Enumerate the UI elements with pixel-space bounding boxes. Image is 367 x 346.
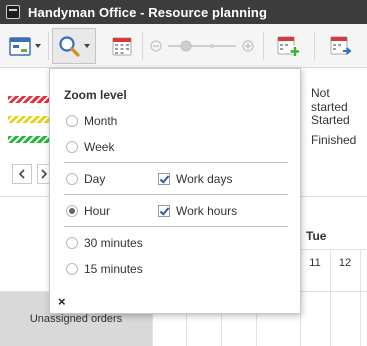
export-calendar-button[interactable] bbox=[326, 30, 356, 62]
calendar-view-button[interactable] bbox=[6, 30, 44, 62]
radio-hour[interactable] bbox=[66, 205, 78, 217]
zoom-slider[interactable] bbox=[150, 30, 254, 62]
calendar-button[interactable] bbox=[108, 30, 136, 62]
chevron-down-icon bbox=[84, 44, 90, 48]
zoom-option-30-minutes[interactable]: 30 minutes bbox=[66, 236, 143, 250]
close-icon[interactable]: × bbox=[58, 295, 66, 309]
zoom-level-popup: Zoom level Month Week Day Work days Hour… bbox=[49, 68, 301, 314]
previous-button[interactable] bbox=[12, 164, 32, 184]
zoom-option-15-minutes[interactable]: 15 minutes bbox=[66, 262, 143, 276]
option-label: 15 minutes bbox=[84, 262, 143, 276]
radio-30-minutes[interactable] bbox=[66, 237, 78, 249]
status-not-started: Not started bbox=[300, 86, 367, 114]
checkbox-work-days[interactable] bbox=[158, 173, 170, 185]
hour-header: 12 bbox=[338, 257, 352, 269]
zoom-option-week[interactable]: Week bbox=[66, 140, 114, 154]
radio-day[interactable] bbox=[66, 173, 78, 185]
toolbar-divider bbox=[263, 32, 264, 60]
toolbar-divider bbox=[142, 32, 143, 60]
day-header: Tue bbox=[306, 229, 327, 243]
radio-15-minutes[interactable] bbox=[66, 263, 78, 275]
option-label: Day bbox=[84, 172, 106, 186]
unassigned-orders-label: Unassigned orders bbox=[29, 313, 123, 325]
hour-header: 11 bbox=[309, 257, 321, 269]
toolbar bbox=[0, 24, 367, 68]
work-hours-checkbox[interactable]: Work hours bbox=[158, 204, 237, 218]
calendar-export-icon bbox=[330, 36, 352, 55]
status-started: Started bbox=[300, 111, 367, 129]
checkbox-label: Work days bbox=[176, 172, 233, 186]
status-label: Started bbox=[311, 113, 350, 127]
popup-divider bbox=[64, 226, 288, 227]
option-label: Month bbox=[84, 114, 118, 128]
chevron-right-icon bbox=[41, 169, 48, 179]
checkbox-label: Work hours bbox=[176, 204, 238, 218]
add-event-button[interactable] bbox=[274, 30, 302, 62]
zoom-in-icon[interactable] bbox=[242, 40, 254, 52]
calendar-view-icon bbox=[9, 37, 31, 56]
zoom-button[interactable] bbox=[52, 28, 96, 64]
zoom-out-icon[interactable] bbox=[150, 40, 162, 52]
option-label: Week bbox=[84, 140, 115, 154]
toolbar-divider bbox=[314, 32, 315, 60]
status-label: Not started bbox=[311, 86, 348, 114]
status-finished: Finished bbox=[300, 131, 367, 149]
zoom-option-month[interactable]: Month bbox=[66, 114, 117, 128]
radio-month[interactable] bbox=[66, 115, 78, 127]
popup-divider bbox=[64, 194, 288, 195]
window-title: Handyman Office - Resource planning bbox=[28, 4, 267, 20]
zoom-option-hour[interactable]: Hour bbox=[66, 204, 110, 218]
radio-week[interactable] bbox=[66, 141, 78, 153]
grid-line bbox=[360, 250, 361, 346]
status-label: Finished bbox=[311, 133, 357, 147]
work-days-checkbox[interactable]: Work days bbox=[158, 172, 232, 186]
checkbox-work-hours[interactable] bbox=[158, 205, 170, 217]
popup-title: Zoom level bbox=[64, 88, 127, 102]
app-icon bbox=[6, 5, 20, 19]
option-label: Hour bbox=[84, 204, 111, 218]
title-bar: Handyman Office - Resource planning bbox=[0, 0, 367, 24]
popup-divider bbox=[64, 162, 288, 163]
calendar-icon bbox=[112, 37, 132, 56]
zoom-option-day[interactable]: Day bbox=[66, 172, 105, 186]
option-label: 30 minutes bbox=[84, 236, 143, 250]
calendar-add-icon bbox=[277, 36, 299, 56]
slider-track[interactable] bbox=[166, 39, 238, 53]
chevron-left-icon bbox=[18, 169, 25, 179]
zoom-icon bbox=[59, 36, 80, 57]
chevron-down-icon bbox=[35, 44, 41, 48]
toolbar-divider bbox=[48, 32, 49, 60]
